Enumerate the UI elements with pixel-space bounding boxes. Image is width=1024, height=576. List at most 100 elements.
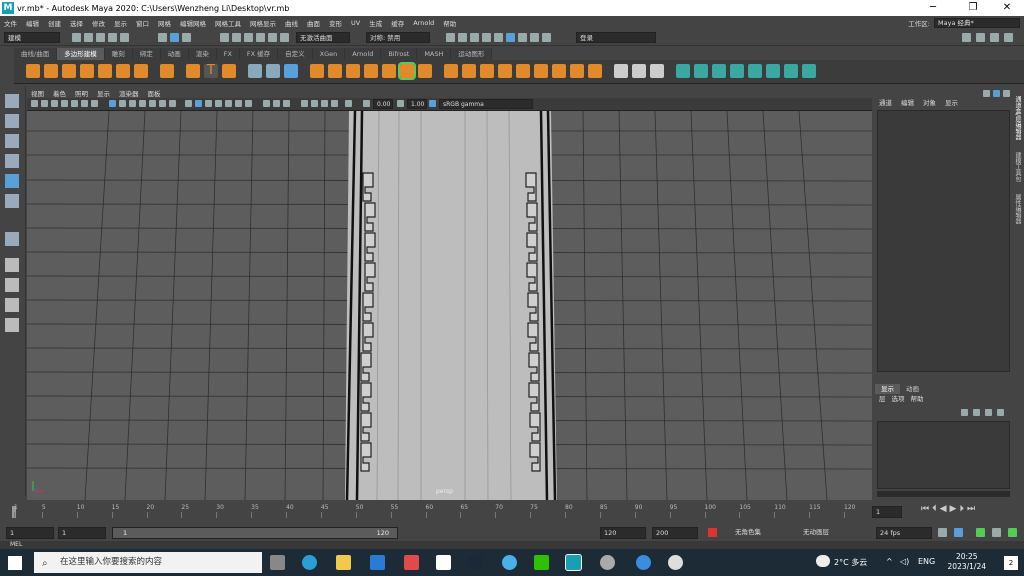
new-empty-layer-icon[interactable] [985,409,992,416]
uv-editor-icon[interactable] [748,64,762,78]
weather-icon[interactable] [816,555,830,567]
xray-components-icon[interactable] [283,100,290,107]
close-button[interactable]: ✕ [990,0,1024,16]
layer-tab-anim[interactable]: 动画 [900,384,925,394]
channel-box-tab-show[interactable]: 显示 [945,97,958,107]
textured-icon[interactable] [225,100,232,107]
move-tool-icon[interactable] [5,154,19,168]
command-line[interactable]: MEL [0,541,1024,549]
smooth-icon[interactable] [382,64,396,78]
collapse-icon[interactable] [552,64,566,78]
menu-modify[interactable]: 修改 [92,18,105,28]
layer-menu-options[interactable]: 选项 [892,394,905,404]
steam-icon[interactable] [468,555,483,570]
layer-menu-help[interactable]: 帮助 [911,394,924,404]
scene-start-field[interactable]: 1 [6,527,54,539]
four-view-layout-icon[interactable] [5,278,19,292]
shelf-tab[interactable]: XGen [312,48,346,60]
select-camera-icon[interactable] [31,100,38,107]
sew-uv-icon[interactable] [784,64,798,78]
channel-box-tab-object[interactable]: 对象 [923,97,936,107]
last-tool-icon[interactable] [5,232,19,246]
render-settings-icon[interactable] [482,33,491,42]
wireframe-on-shaded-icon[interactable] [215,100,222,107]
shelf-tab[interactable]: FX 缓存 [239,48,279,60]
side-tab-modeling-toolkit[interactable]: 建模工具包 [1010,152,1022,182]
planar-uv-icon[interactable] [676,64,690,78]
auto-uv-icon[interactable] [730,64,744,78]
menu-file[interactable]: 文件 [4,18,17,28]
boolean-icon[interactable] [364,64,378,78]
new-scene-icon[interactable] [72,33,81,42]
channel-box-tab-edit[interactable]: 编辑 [901,97,914,107]
language-indicator[interactable]: ENG [918,557,935,566]
menu-mesh-tools[interactable]: 网格工具 [215,18,241,28]
svg-tool-icon[interactable] [222,64,236,78]
menu-mesh-display[interactable]: 网格显示 [250,18,276,28]
undo-icon[interactable] [108,33,117,42]
extract-icon[interactable] [346,64,360,78]
shelf-tab[interactable]: Arnold [345,48,382,60]
bridge-icon[interactable] [462,64,476,78]
poly-cone-icon[interactable] [80,64,94,78]
channel-box-icon-1[interactable] [983,90,990,97]
character-set-dropdown[interactable]: 无角色集 [732,527,794,538]
hypershade-icon[interactable] [494,33,503,42]
mirror-icon[interactable] [418,64,432,78]
loop-icon[interactable] [938,528,947,537]
vp-menu-show[interactable]: 显示 [97,88,110,98]
menu-surfaces[interactable]: 曲面 [307,18,320,28]
paint-select-icon[interactable] [5,134,19,148]
menu-uv[interactable]: UV [351,19,360,27]
tray-expand-icon[interactable]: ^ [886,557,893,566]
select-object-icon[interactable] [170,33,179,42]
view-transform-dropdown[interactable]: sRGB gamma [439,99,533,109]
menu-generate[interactable]: 生成 [369,18,382,28]
uv-coords-icon[interactable] [284,64,298,78]
poly-cube-icon[interactable] [44,64,58,78]
poly-disc-icon[interactable] [134,64,148,78]
layer-scrollbar[interactable] [877,491,1010,497]
append-polygon-icon[interactable] [498,64,512,78]
ipr-render-icon[interactable] [470,33,479,42]
safe-action-icon[interactable] [159,100,166,107]
exposure-field[interactable]: 0.00 [373,99,393,109]
menu-display[interactable]: 显示 [114,18,127,28]
menu-mesh[interactable]: 网格 [158,18,171,28]
safe-title-icon[interactable] [169,100,176,107]
separate-icon[interactable] [328,64,342,78]
outliner-layout-icon[interactable] [5,318,19,332]
extrude-icon[interactable] [444,64,458,78]
edge-icon[interactable] [302,555,317,570]
playback-controls[interactable]: ⏮⏴◀▶⏵⏭ [921,504,978,514]
shelf-tab[interactable]: 曲线/曲面 [14,48,58,60]
minimize-button[interactable]: ─ [916,0,950,16]
wireframe-icon[interactable] [185,100,192,107]
bevel-icon[interactable] [480,64,494,78]
shelf-tab[interactable]: FX [216,48,240,60]
menu-select[interactable]: 选择 [70,18,83,28]
arnold-render-icon[interactable] [518,33,527,42]
open-scene-icon[interactable] [84,33,93,42]
target-weld-icon[interactable] [588,64,602,78]
menu-edit-mesh[interactable]: 编辑网格 [180,18,206,28]
poly-plane-icon[interactable] [116,64,130,78]
mail-icon[interactable] [370,555,385,570]
app-red-icon[interactable] [404,555,419,570]
channel-box-icon-3[interactable] [1003,90,1010,97]
menu-curves[interactable]: 曲线 [285,18,298,28]
snap-view-icon[interactable] [256,33,265,42]
fill-hole-icon[interactable] [516,64,530,78]
two-pane-layout-icon[interactable] [5,298,19,312]
playback-start-field[interactable]: 1 [58,527,106,539]
xray-joints-icon[interactable] [273,100,280,107]
app-bolt-icon[interactable] [436,555,451,570]
exposure-icon[interactable] [363,100,370,107]
taskbar-search-input[interactable]: 在这里输入你要搜索的内容 [34,552,262,573]
vp-menu-lighting[interactable]: 照明 [75,88,88,98]
shelf-tab[interactable]: MASH [417,48,452,60]
channel-box-icon-2[interactable] [993,90,1000,97]
workspace-dropdown[interactable]: Maya 经典* [934,17,1020,28]
cut-uv-icon[interactable] [766,64,780,78]
xray-icon[interactable] [263,100,270,107]
